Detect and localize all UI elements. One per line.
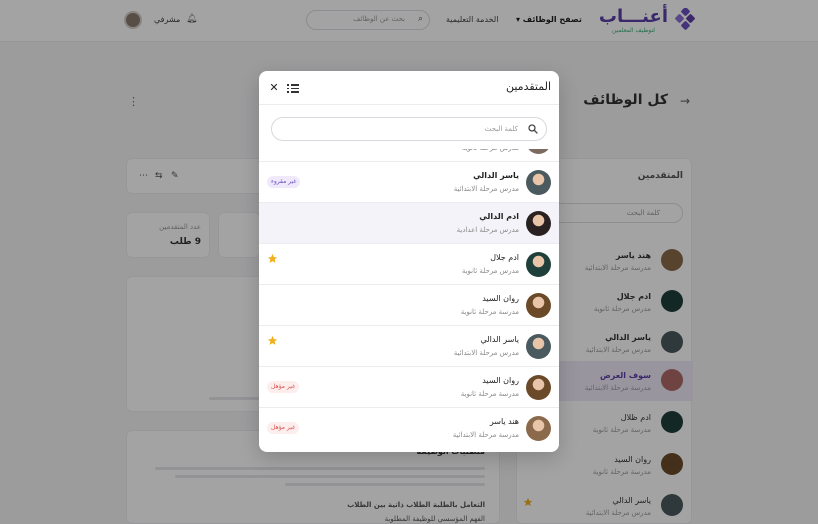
applicant-row[interactable]: روان السيد مدرسة مرحلة ثانوية غير مؤهل: [259, 366, 559, 407]
unqualified-badge: غير مؤهل: [267, 422, 300, 434]
applicant-avatar: [526, 334, 551, 359]
close-icon[interactable]: ✕: [267, 81, 281, 95]
applicant-avatar: [526, 375, 551, 400]
applicant-name: روان السيد: [482, 294, 519, 303]
modal-title: المتقدمين: [505, 80, 551, 93]
unqualified-badge: غير مؤهل: [267, 381, 300, 393]
modal-search-bar: [271, 117, 547, 141]
applicant-job: مدرس مرحلة ثانوية: [462, 149, 519, 152]
applicant-job: مدرس مرحلة اعدادية: [456, 226, 519, 234]
applicant-job: مدرسة مرحلة ثانوية: [460, 308, 519, 316]
modal-search-input[interactable]: [282, 121, 518, 137]
applicant-name: ادم الدالي: [479, 212, 519, 221]
unread-badge: غير مقروء: [267, 176, 301, 188]
applicant-name: ادم جلال: [490, 253, 519, 262]
applicant-row[interactable]: ادم الدالي مدرس مرحلة اعدادية: [259, 202, 559, 243]
applicant-name: هند ياسر: [489, 417, 519, 426]
applicant-avatar: [526, 170, 551, 195]
applicant-avatar: [526, 416, 551, 441]
applicant-avatar: [526, 293, 551, 318]
applicant-job: مدرسة مرحلة ثانوية: [460, 390, 519, 398]
star-icon[interactable]: [267, 335, 278, 346]
search-icon: [528, 124, 538, 134]
applicant-row[interactable]: ادم جلال مدرس مرحلة ثانوية: [259, 243, 559, 284]
applicant-row[interactable]: هند ياسر مدرسة مرحلة الابتدائية غير مؤهل: [259, 407, 559, 448]
applicant-job: مدرس مرحلة الابتدائية: [453, 185, 519, 193]
applicant-job: مدرس مرحلة الابتدائية: [453, 349, 519, 357]
applicants-modal: المتقدمين ✕ مدرس مرحلة ثانوية ياسر الدالي…: [259, 71, 559, 452]
applicant-name: ياسر الدالي: [480, 335, 519, 344]
applicants-list: مدرس مرحلة ثانوية ياسر الدالي مدرس مرحلة ا…: [259, 149, 559, 452]
applicant-row[interactable]: ياسر الدالي مدرس مرحلة الابتدائية: [259, 325, 559, 366]
modal-header: المتقدمين ✕: [259, 71, 559, 105]
applicant-row[interactable]: روان السيد مدرسة مرحلة ثانوية: [259, 284, 559, 325]
applicant-job: مدرس مرحلة ثانوية: [461, 267, 519, 275]
applicant-avatar: [526, 252, 551, 277]
list-icon[interactable]: [287, 81, 301, 95]
applicant-avatar: [526, 149, 551, 154]
applicant-job: مدرسة مرحلة الابتدائية: [452, 431, 519, 439]
applicant-row[interactable]: ياسر الدالي مدرس مرحلة الابتدائية غير مقرو…: [259, 161, 559, 202]
applicant-name: روان السيد: [482, 376, 519, 385]
applicant-row[interactable]: مدرس مرحلة ثانوية: [259, 149, 559, 161]
star-icon[interactable]: [267, 253, 278, 264]
applicant-avatar: [526, 211, 551, 236]
applicant-name: ياسر الدالي: [473, 171, 519, 180]
